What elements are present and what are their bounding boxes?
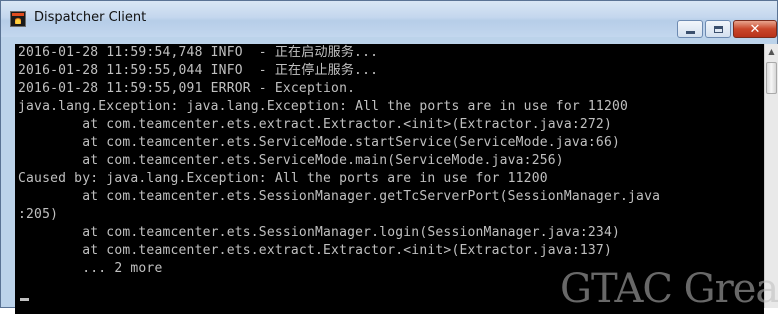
title-bar[interactable]: Dispatcher Client [1, 1, 777, 37]
scroll-thumb[interactable] [766, 62, 777, 94]
scroll-up-arrow-icon[interactable]: ▲ [765, 44, 778, 60]
console-line: at com.teamcenter.ets.ServiceMode.startS… [18, 135, 620, 150]
window-title: Dispatcher Client [34, 10, 147, 25]
console-line: at com.teamcenter.ets.extract.Extractor.… [18, 243, 612, 258]
console-line: :205) [18, 207, 59, 222]
console-line: 2016-01-28 11:59:54,748 INFO - 正在启动服务... [18, 45, 379, 60]
maximize-button[interactable] [705, 20, 731, 38]
watermark: GTAC Great [560, 266, 778, 312]
minimize-button[interactable] [677, 20, 703, 38]
console-app-icon[interactable] [10, 11, 26, 27]
console-line: at com.teamcenter.ets.SessionManager.log… [18, 225, 620, 240]
minimize-icon [685, 30, 695, 34]
console-line: at com.teamcenter.ets.extract.Extractor.… [18, 117, 612, 132]
text-cursor [20, 298, 29, 301]
console-line: 2016-01-28 11:59:55,091 ERROR - Exceptio… [18, 81, 356, 96]
maximize-icon [713, 25, 723, 33]
console-line: at com.teamcenter.ets.ServiceMode.main(S… [18, 153, 564, 168]
console-line: ... 2 more [18, 261, 163, 276]
console-line: 2016-01-28 11:59:55,044 INFO - 正在停止服务... [18, 63, 379, 78]
console-line: java.lang.Exception: java.lang.Exception… [18, 99, 629, 114]
console-line: Caused by: java.lang.Exception: All the … [18, 171, 548, 186]
close-icon: ✕ [749, 21, 761, 37]
console-line: at com.teamcenter.ets.SessionManager.get… [18, 189, 661, 204]
close-button[interactable]: ✕ [733, 20, 777, 38]
